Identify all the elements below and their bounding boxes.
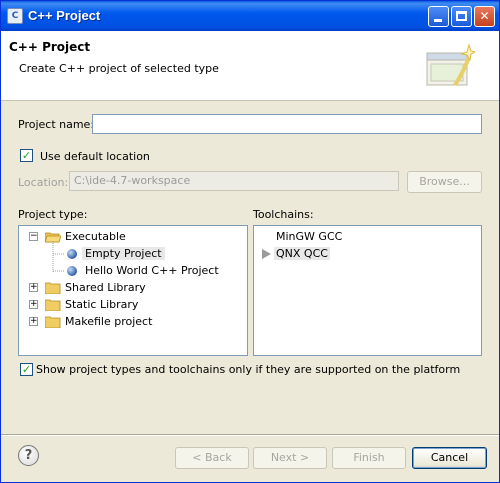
minimize-icon [434,19,442,22]
folder-icon [45,316,61,328]
project-name-input[interactable] [92,114,482,134]
next-button[interactable]: Next > [253,447,327,469]
show-supported-only-label: Show project types and toolchains only i… [36,363,461,376]
show-supported-only-checkbox[interactable]: ✓ [20,363,33,376]
maximize-button[interactable] [451,6,472,27]
expand-icon[interactable]: + [29,317,38,326]
checkmark-icon: ✓ [21,363,32,376]
tree-item-label: Empty Project [82,247,165,260]
project-type-label: Project type: [18,208,88,221]
close-icon: ✕ [479,9,490,23]
folder-icon [45,299,61,311]
back-button[interactable]: < Back [175,447,249,469]
tree-item-label: Makefile project [65,315,153,328]
dialog-window: C C++ Project ✕ C++ Project Create C++ p… [0,0,500,483]
new-project-wizard-icon [426,43,475,87]
selection-arrow-icon [262,249,271,259]
tree-item-label: Hello World C++ Project [85,264,219,277]
toolchain-item-qnx[interactable]: QNX QCC [254,245,479,262]
tree-item-static-library[interactable]: + Static Library [19,296,245,313]
checkmark-icon: ✓ [21,149,32,162]
browse-button[interactable]: Browse... [407,171,482,193]
toolchains-list[interactable]: MinGW GCC QNX QCC [253,225,482,356]
wizard-subtitle: Create C++ project of selected type [19,62,219,75]
use-default-location-label: Use default location [40,150,150,163]
wizard-title: C++ Project [9,40,91,54]
use-default-location-checkbox[interactable]: ✓ [20,149,33,162]
tree-connector-lines [52,241,65,272]
toolchains-label: Toolchains: [253,208,314,221]
finish-button[interactable]: Finish [332,447,406,469]
wizard-header: C++ Project Create C++ project of select… [1,31,499,101]
cancel-button[interactable]: Cancel [412,447,487,469]
project-type-tree[interactable]: − Executable Empty Project Hello World C… [18,225,248,356]
expand-icon[interactable]: + [29,300,38,309]
location-input[interactable]: C:\ide-4.7-workspace [69,171,399,191]
project-name-label: Project name: [18,118,95,131]
tree-item-makefile-project[interactable]: + Makefile project [19,313,245,330]
tree-item-label: Static Library [65,298,139,311]
toolchain-item-mingw[interactable]: MinGW GCC [254,228,479,245]
toolchain-label: QNX QCC [274,247,330,260]
maximize-icon [456,11,467,21]
toolchain-label: MinGW GCC [276,230,343,243]
close-button[interactable]: ✕ [474,6,495,27]
footer-separator [1,434,499,436]
window-title: C++ Project [28,8,101,23]
title-bar[interactable]: C C++ Project ✕ [1,1,499,31]
minimize-button[interactable] [428,6,449,27]
eclipse-c-icon: C [7,8,23,24]
location-label: Location: [18,176,69,189]
help-icon[interactable]: ? [18,445,39,466]
